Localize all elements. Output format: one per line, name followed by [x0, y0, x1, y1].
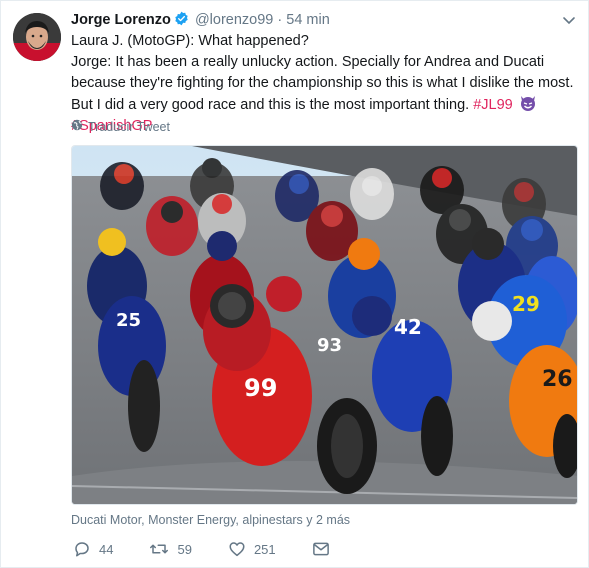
reply-count: 44	[99, 541, 114, 557]
tagged-users[interactable]: Ducati Motor, Monster Energy, alpinestar…	[71, 513, 350, 527]
direct-message-button[interactable]	[312, 541, 330, 557]
reply-icon	[73, 540, 91, 558]
svg-text:26: 26	[542, 367, 573, 392]
chevron-down-icon[interactable]	[562, 13, 576, 25]
tweet-photo[interactable]: 25 29 42 26 99 93	[71, 145, 578, 505]
svg-text:99: 99	[244, 374, 277, 402]
like-button[interactable]: 251	[228, 540, 276, 558]
motogp-race-photo: 25 29 42 26 99 93	[72, 146, 577, 504]
smiling-devil-emoji	[519, 94, 537, 112]
svg-text:29: 29	[512, 292, 540, 316]
envelope-icon	[312, 541, 330, 557]
display-name[interactable]: Jorge Lorenzo	[71, 12, 171, 28]
svg-text:93: 93	[317, 335, 342, 356]
like-count: 251	[253, 541, 276, 557]
reply-button[interactable]: 44	[73, 540, 113, 558]
verified-badge-icon	[174, 11, 189, 30]
tweet-actions: 44 59 251	[73, 539, 366, 559]
tweet-header: Jorge Lorenzo @lorenzo99 · 54 min	[71, 11, 558, 31]
translate-tweet-link[interactable]: Traducir Tweet	[71, 119, 170, 134]
tweet-card[interactable]: Jorge Lorenzo @lorenzo99 · 54 min Laura …	[0, 0, 589, 568]
avatar[interactable]	[13, 13, 61, 61]
translate-label: Traducir Tweet	[88, 119, 170, 134]
svg-text:42: 42	[394, 315, 422, 339]
retweet-icon	[149, 540, 169, 558]
separator-dot: ·	[277, 12, 283, 28]
timestamp[interactable]: 54 min	[286, 12, 330, 28]
hashtag-jl99[interactable]: #JL99	[473, 97, 513, 113]
heart-icon	[228, 540, 246, 558]
tweet-line-question: Laura J. (MotoGP): What happened?	[71, 33, 309, 49]
retweet-button[interactable]: 59	[149, 540, 192, 558]
svg-text:25: 25	[116, 310, 141, 331]
user-handle[interactable]: @lorenzo99	[195, 12, 273, 28]
retweet-count: 59	[177, 541, 192, 557]
globe-icon	[71, 119, 83, 134]
